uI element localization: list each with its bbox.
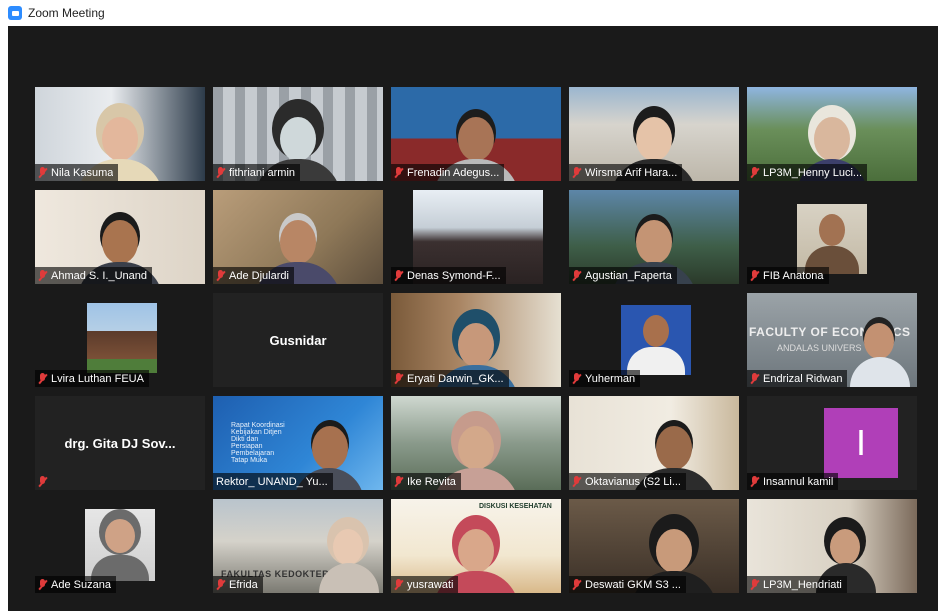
participant-name-tag: Yuherman xyxy=(569,370,641,387)
participant-name-tag: Efrida xyxy=(213,576,263,593)
participant-name-tag: Ahmad S. I._Unand xyxy=(35,267,153,284)
participant-tile[interactable]: fithriani armin xyxy=(213,87,383,181)
muted-mic-icon xyxy=(38,475,47,488)
muted-mic-icon xyxy=(38,166,47,179)
muted-mic-icon xyxy=(750,372,759,385)
participant-name-tag: Insannul kamil xyxy=(747,473,839,490)
participant-name-tag: Agustian_Faperta xyxy=(569,267,677,284)
participant-name-tag: fithriani armin xyxy=(213,164,301,181)
participant-name-tag: Ade Djulardi xyxy=(213,267,294,284)
participant-name-tag: Ike Revita xyxy=(391,473,461,490)
participant-name-tag: Oktavianus (S2 Li... xyxy=(569,473,686,490)
zoom-camera-icon xyxy=(8,6,22,20)
participant-tile[interactable]: drg. Gita DJ Sov... xyxy=(35,396,205,490)
participant-tile[interactable]: Ike Revita xyxy=(391,396,561,490)
window-title: Zoom Meeting xyxy=(28,6,105,20)
muted-mic-icon xyxy=(38,578,47,591)
muted-mic-icon xyxy=(572,578,581,591)
participant-name-tag: yusrawati xyxy=(391,576,459,593)
participant-tile[interactable]: Agustian_Faperta xyxy=(569,190,739,284)
participant-name-tag: Wirsma Arif Hara... xyxy=(569,164,683,181)
participant-name-tag: Deswati GKM S3 ... xyxy=(569,576,686,593)
participant-tile[interactable]: Gusnidar xyxy=(213,293,383,387)
muted-mic-icon xyxy=(572,166,581,179)
participant-tile[interactable]: Eryati Darwin_GK... xyxy=(391,293,561,387)
muted-mic-icon xyxy=(750,475,759,488)
participant-tile[interactable]: FACULTY OF ECONOMICS ANDALAS UNIVERS End… xyxy=(747,293,917,387)
muted-mic-icon xyxy=(394,166,403,179)
muted-mic-icon xyxy=(216,269,225,282)
participant-name-tag: Lvira Luthan FEUA xyxy=(35,370,149,387)
participant-tile[interactable]: I Insannul kamil xyxy=(747,396,917,490)
participant-tile[interactable]: Ahmad S. I._Unand xyxy=(35,190,205,284)
participant-name-tag xyxy=(35,473,52,490)
muted-mic-icon xyxy=(750,269,759,282)
slide-text: Rapat Koordinasi Kebijakan Ditjen Dikti … xyxy=(231,422,285,464)
muted-mic-icon xyxy=(38,372,47,385)
video-gallery: Nila Kasuma fithriani armin Frenadin Ade… xyxy=(8,26,938,611)
participant-name-tag: Ade Suzana xyxy=(35,576,116,593)
participant-tile[interactable]: Yuherman xyxy=(569,293,739,387)
participant-name-tag: Denas Symond-F... xyxy=(391,267,506,284)
muted-mic-icon xyxy=(394,269,403,282)
participant-name-tag: Endrizal Ridwan xyxy=(747,370,848,387)
slide-text: DISKUSI KESEHATAN xyxy=(479,503,552,510)
participant-tile[interactable]: FAKULTAS KEDOKTERA Efrida xyxy=(213,499,383,593)
participant-tile[interactable]: LP3M_Hendriati xyxy=(747,499,917,593)
participant-name-tag: LP3M_Hendriati xyxy=(747,576,847,593)
muted-mic-icon xyxy=(750,578,759,591)
participant-tile[interactable]: Frenadin Adegus... xyxy=(391,87,561,181)
window-titlebar: Zoom Meeting xyxy=(0,0,938,26)
participant-name-tag: Eryati Darwin_GK... xyxy=(391,370,509,387)
muted-mic-icon xyxy=(572,475,581,488)
participant-tile[interactable]: Nila Kasuma xyxy=(35,87,205,181)
participant-name-tag: FIB Anatona xyxy=(747,267,829,284)
participant-tile[interactable]: Ade Djulardi xyxy=(213,190,383,284)
active-speaker-tile[interactable]: LP3M_Henny Luci... xyxy=(747,87,917,181)
participant-tile[interactable]: Wirsma Arif Hara... xyxy=(569,87,739,181)
muted-mic-icon xyxy=(394,372,403,385)
muted-mic-icon xyxy=(394,475,403,488)
participant-display-name: drg. Gita DJ Sov... xyxy=(64,435,176,451)
participant-name-tag: Frenadin Adegus... xyxy=(391,164,505,181)
participant-name-tag: Rektor_ UNAND_ Yu... xyxy=(213,473,333,490)
muted-mic-icon xyxy=(572,269,581,282)
participant-name-tag: Nila Kasuma xyxy=(35,164,119,181)
muted-mic-icon xyxy=(216,578,225,591)
participant-tile[interactable]: Denas Symond-F... xyxy=(391,190,561,284)
participant-name-tag: LP3M_Henny Luci... xyxy=(747,164,868,181)
participant-tile[interactable]: Rapat Koordinasi Kebijakan Ditjen Dikti … xyxy=(213,396,383,490)
muted-mic-icon xyxy=(216,166,225,179)
participant-tile[interactable]: Ade Suzana xyxy=(35,499,205,593)
participant-tile[interactable]: Oktavianus (S2 Li... xyxy=(569,396,739,490)
muted-mic-icon xyxy=(394,578,403,591)
participant-tile[interactable]: Lvira Luthan FEUA xyxy=(35,293,205,387)
participant-avatar: I xyxy=(824,408,898,478)
participant-tile[interactable]: DISKUSI KESEHATAN yusrawati xyxy=(391,499,561,593)
participant-tile[interactable]: FIB Anatona xyxy=(747,190,917,284)
muted-mic-icon xyxy=(38,269,47,282)
muted-mic-icon xyxy=(572,372,581,385)
participant-tile[interactable]: Deswati GKM S3 ... xyxy=(569,499,739,593)
muted-mic-icon xyxy=(750,166,759,179)
participant-display-name: Gusnidar xyxy=(269,332,327,348)
